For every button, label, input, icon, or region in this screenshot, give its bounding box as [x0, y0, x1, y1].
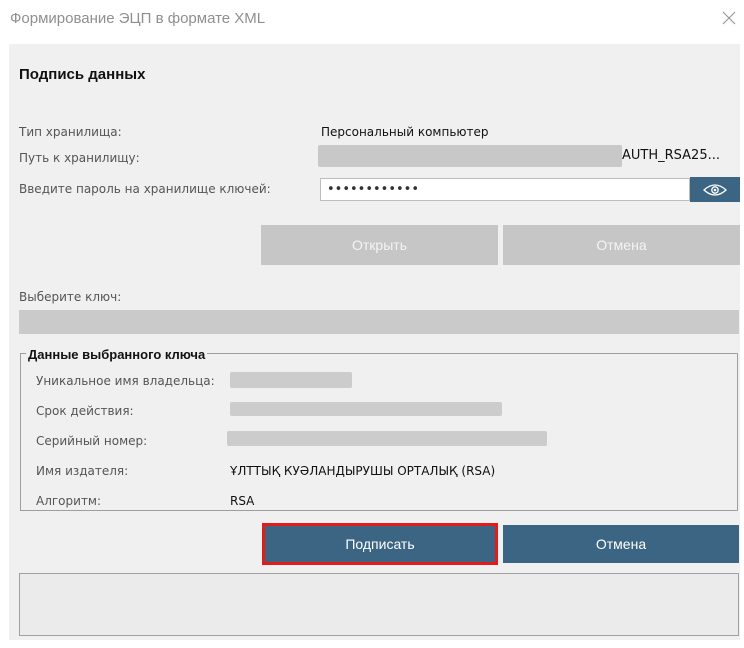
status-area — [19, 573, 739, 636]
select-key-label: Выберите ключ: — [19, 290, 122, 304]
window-title: Формирование ЭЦП в формате XML — [10, 10, 266, 27]
key-details-legend: Данные выбранного ключа — [26, 347, 208, 362]
owner-value-redacted — [230, 372, 352, 388]
serial-label: Серийный номер: — [36, 434, 148, 448]
password-input[interactable]: •••••••••••• — [320, 178, 690, 201]
close-icon[interactable] — [720, 9, 738, 27]
key-select-dropdown[interactable] — [19, 310, 739, 334]
password-label: Введите пароль на хранилище ключей: — [19, 182, 271, 196]
cancel-button-bottom[interactable]: Отмена — [503, 525, 739, 563]
validity-value-redacted — [230, 402, 502, 416]
serial-value-redacted — [227, 431, 547, 446]
storage-path-label: Путь к хранилищу: — [19, 151, 140, 165]
validity-label: Срок действия: — [36, 404, 134, 418]
sign-button[interactable]: Подписать — [262, 523, 498, 565]
storage-path-value: AUTH_RSA25... — [622, 148, 720, 163]
issuer-label: Имя издателя: — [36, 464, 129, 478]
eye-icon — [703, 183, 727, 196]
cancel-button-top[interactable]: Отмена — [503, 225, 740, 265]
open-button[interactable]: Открыть — [261, 225, 498, 265]
show-password-button[interactable] — [690, 177, 740, 202]
algorithm-value: RSA — [230, 494, 255, 508]
storage-type-value: Персональный компьютер — [321, 125, 489, 139]
section-heading: Подпись данных — [19, 66, 146, 83]
owner-label: Уникальное имя владельца: — [36, 374, 215, 388]
issuer-value: ҰЛТТЫҚ КУӘЛАНДЫРУШЫ ОРТАЛЫҚ (RSA) — [230, 464, 496, 478]
algorithm-label: Алгоритм: — [36, 494, 102, 508]
storage-path-redacted — [318, 145, 622, 167]
storage-type-label: Тип хранилища: — [19, 125, 122, 139]
